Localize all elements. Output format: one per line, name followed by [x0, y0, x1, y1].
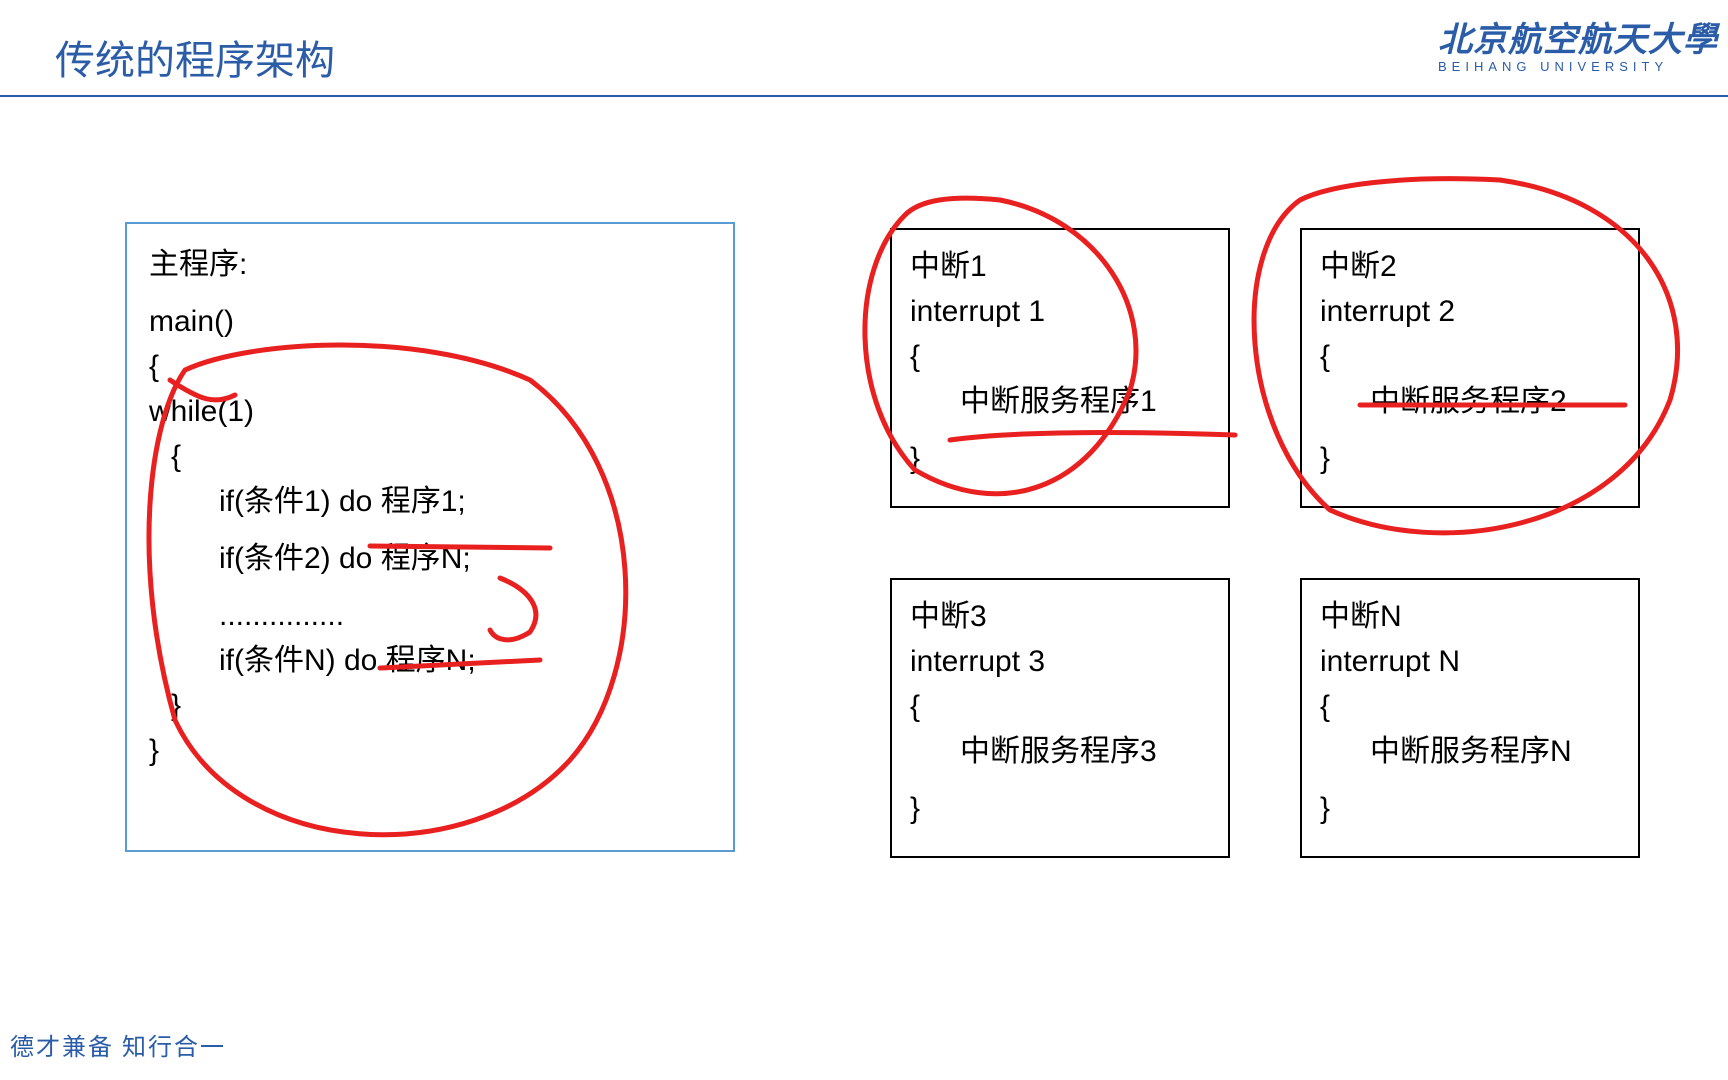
interrupt-title: 中断N [1320, 594, 1620, 639]
if-line-2: if(条件2) do 程序N; [149, 536, 711, 581]
interrupt-box-2: 中断2 interrupt 2 { 中断服务程序2 } [1300, 228, 1640, 508]
brace-close: } [910, 436, 1210, 481]
main-func: main() [149, 299, 711, 344]
interrupt-title: 中断3 [910, 594, 1210, 639]
main-open-brace: { [149, 344, 711, 389]
interrupt-body: 中断服务程序2 [1320, 379, 1620, 424]
brace-open: { [1320, 334, 1620, 379]
footer-motto: 德才兼备 知行合一 [10, 1027, 226, 1062]
interrupt-title: 中断2 [1320, 244, 1620, 289]
brace-close: } [1320, 786, 1620, 831]
main-program-box: 主程序: main() { while(1) { if(条件1) do 程序1;… [125, 222, 735, 852]
interrupt-body: 中断服务程序N [1320, 729, 1620, 774]
while-close-brace: } [149, 683, 711, 728]
school-logo: 北京航空航天大學 BEIHANG UNIVERSITY [1438, 12, 1718, 74]
interrupt-box-3: 中断3 interrupt 3 { 中断服务程序3 } [890, 578, 1230, 858]
interrupt-sig: interrupt 2 [1320, 289, 1620, 334]
logo-en: BEIHANG UNIVERSITY [1438, 59, 1718, 74]
brace-open: { [910, 334, 1210, 379]
interrupt-sig: interrupt 1 [910, 289, 1210, 334]
if-line-1: if(条件1) do 程序1; [149, 479, 711, 524]
interrupt-body: 中断服务程序1 [910, 379, 1210, 424]
interrupt-box-n: 中断N interrupt N { 中断服务程序N } [1300, 578, 1640, 858]
interrupt-title: 中断1 [910, 244, 1210, 289]
dots-line: ............... [149, 593, 711, 638]
interrupt-body: 中断服务程序3 [910, 729, 1210, 774]
page-title: 传统的程序架构 [55, 28, 335, 86]
main-while: while(1) [149, 389, 711, 434]
brace-open: { [910, 684, 1210, 729]
while-open-brace: { [149, 434, 711, 479]
brace-open: { [1320, 684, 1620, 729]
main-label: 主程序: [149, 242, 711, 287]
logo-cn: 北京航空航天大學 [1438, 12, 1718, 61]
slide-header: 传统的程序架构 北京航空航天大學 BEIHANG UNIVERSITY [0, 0, 1728, 97]
interrupt-box-1: 中断1 interrupt 1 { 中断服务程序1 } [890, 228, 1230, 508]
interrupt-sig: interrupt N [1320, 639, 1620, 684]
brace-close: } [910, 786, 1210, 831]
interrupt-sig: interrupt 3 [910, 639, 1210, 684]
if-line-n: if(条件N) do 程序N; [149, 638, 711, 683]
main-close-brace: } [149, 728, 711, 773]
brace-close: } [1320, 436, 1620, 481]
